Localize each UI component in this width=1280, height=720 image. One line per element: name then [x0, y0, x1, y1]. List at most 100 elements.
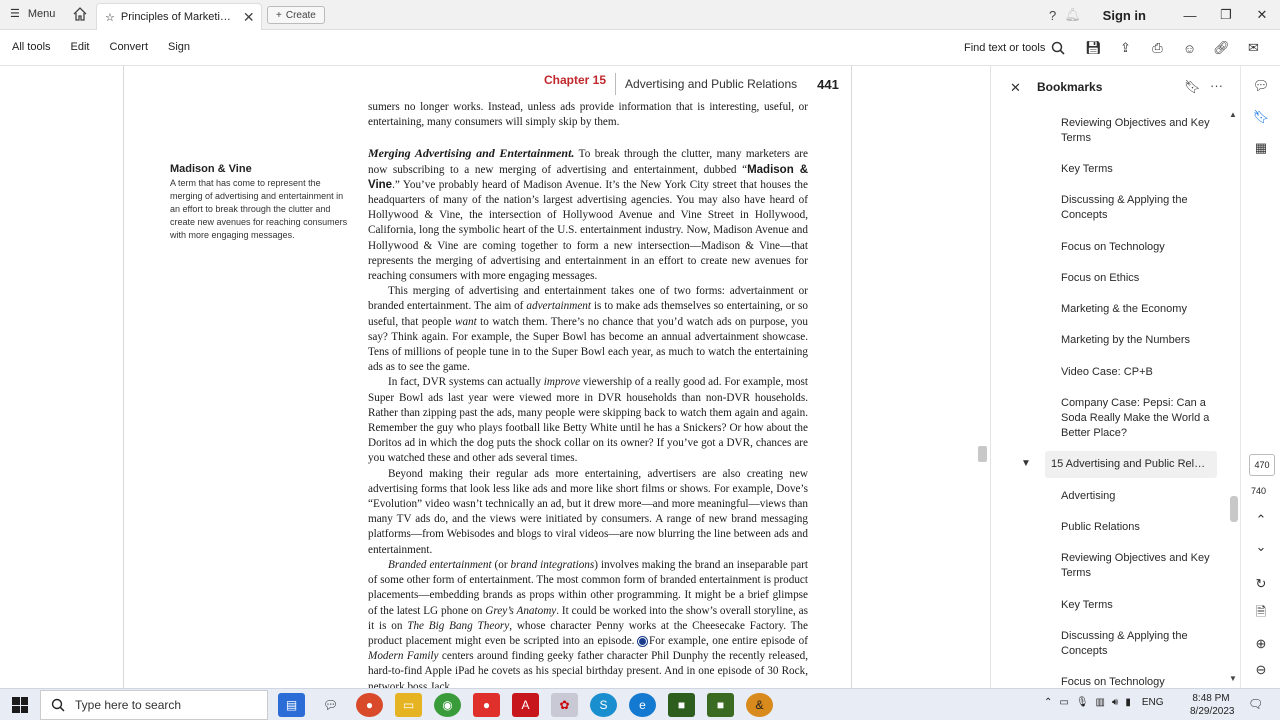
create-button[interactable]: + Create	[267, 6, 325, 24]
bookmarks-scroll-thumb[interactable]	[1230, 496, 1238, 522]
system-clock[interactable]: 8:48 PM 8/29/2023	[1190, 692, 1235, 718]
bookmark-item[interactable]: Focus on Technology	[1061, 675, 1211, 688]
upload-cloud-icon[interactable]: ⇪	[1116, 39, 1135, 57]
chat-app-icon[interactable]: 💬︎	[317, 693, 344, 717]
mail-icon[interactable]: ✉	[1244, 39, 1263, 57]
rotate-icon[interactable]: ↻	[1251, 574, 1271, 594]
bookmark-list: Reviewing Objectives and Key Terms Key T…	[991, 108, 1227, 688]
paragraph: Beyond making their regular ads more ent…	[368, 467, 808, 556]
bookmark-item[interactable]: Discussing & Applying the Concepts	[1061, 193, 1211, 223]
notification-bell-icon[interactable]: 🔔︎	[1063, 7, 1083, 23]
tab-title: Principles of Marketing...	[120, 11, 233, 23]
firefox-app-icon[interactable]: ●	[356, 693, 383, 717]
windows-start-icon[interactable]	[12, 697, 28, 713]
comments-icon[interactable]: 💬︎	[1251, 76, 1271, 96]
acrobat-app-icon[interactable]: A	[512, 693, 539, 717]
star-icon[interactable]: ☆	[105, 11, 115, 24]
toolbar-sign[interactable]: Sign	[168, 41, 190, 53]
toolbar-edit[interactable]: Edit	[71, 41, 90, 53]
toolbar-convert[interactable]: Convert	[110, 41, 149, 53]
bookmark-item[interactable]: Key Terms	[1061, 162, 1211, 177]
zoom-out-icon[interactable]: ⊖	[1251, 660, 1271, 680]
game-app-icon[interactable]: ■	[707, 693, 734, 717]
app-circle-icon[interactable]: &	[746, 693, 773, 717]
total-pages: 740	[1251, 486, 1267, 496]
search-icon	[51, 698, 65, 712]
pdf-page: Chapter 15 Advertising and Public Relati…	[123, 66, 852, 688]
volume-icon[interactable]: 🔊︎	[1112, 697, 1118, 708]
bookmark-item[interactable]: Marketing & the Economy	[1061, 302, 1211, 317]
battery-icon[interactable]: ▮	[1125, 697, 1131, 708]
bookmarks-icon[interactable]: 🔖︎	[1251, 107, 1271, 127]
bookmark-item[interactable]: Marketing by the Numbers	[1061, 333, 1211, 348]
file-explorer-icon[interactable]: ▭	[395, 693, 422, 717]
bookmarks-panel: ✕ Bookmarks 🔖︎ ··· Reviewing Objectives …	[990, 66, 1240, 688]
app-s-icon[interactable]: S	[590, 693, 617, 717]
system-tray: ⌃ ▭ 🎙︎ ▥ 🔊︎ ▮ ENG	[1044, 697, 1164, 708]
close-tab-icon[interactable]: ✕	[243, 9, 255, 26]
device-icon[interactable]: ▭	[1059, 697, 1068, 708]
page-number: 441	[817, 76, 839, 92]
bookmark-item[interactable]: Key Terms	[1061, 598, 1211, 613]
margin-term: Madison & Vine	[170, 163, 252, 175]
sign-in-button[interactable]: Sign in	[1103, 8, 1146, 23]
paint-app-icon[interactable]: ✿	[551, 693, 578, 717]
bookmark-item[interactable]: Reviewing Objectives and Key Terms	[1061, 116, 1211, 146]
thumbnails-grid-icon[interactable]: ▦	[1251, 138, 1271, 158]
minecraft-app-icon[interactable]: ■	[668, 693, 695, 717]
extract-page-icon[interactable]: 🗎	[1251, 604, 1271, 624]
scroll-down-icon[interactable]: ▼	[1229, 674, 1237, 683]
language-indicator[interactable]: ENG	[1142, 697, 1164, 708]
bookmark-item[interactable]: Discussing & Applying the Concepts	[1061, 629, 1211, 659]
widgets-app-icon[interactable]: ▤	[278, 693, 305, 717]
add-bookmark-icon[interactable]: 🔖︎	[1184, 79, 1201, 95]
notifications-icon[interactable]: 🗨︎	[1248, 697, 1263, 711]
bookmark-item[interactable]: Focus on Ethics	[1061, 271, 1211, 286]
home-icon[interactable]	[72, 6, 88, 27]
page-up-icon[interactable]: ⌃	[1251, 510, 1271, 530]
bookmarks-scrollbar[interactable]: ▲ ▼	[1228, 108, 1240, 688]
chevron-down-icon[interactable]: ▼	[1021, 458, 1031, 469]
find-tools-button[interactable]: Find text or tools	[964, 41, 1065, 55]
recorder-app-icon[interactable]: ●	[473, 693, 500, 717]
page-down-icon[interactable]: ⌄	[1251, 537, 1271, 557]
restore-icon[interactable]: ❐	[1208, 7, 1244, 23]
bookmark-item[interactable]: Advertising	[1061, 489, 1211, 504]
network-icon[interactable]: ▥	[1096, 697, 1105, 708]
bookmark-item[interactable]: Public Relations	[1061, 520, 1211, 535]
toolbar-all-tools[interactable]: All tools	[12, 41, 51, 53]
scroll-up-icon[interactable]: ▲	[1229, 110, 1237, 119]
more-options-icon[interactable]: ···	[1210, 78, 1223, 93]
windows-taskbar: Type here to search ▤ 💬︎ ● ▭ ◉ ● A ✿ S e…	[0, 688, 1280, 720]
bookmark-item[interactable]: Video Case: CP+B	[1061, 365, 1211, 380]
microphone-icon[interactable]: 🎙︎	[1076, 697, 1089, 708]
close-panel-icon[interactable]: ✕	[1010, 80, 1021, 96]
paragraph: Merging Advertising and Entertainment. T…	[368, 146, 809, 283]
paragraph: This merging of advertising and entertai…	[368, 285, 808, 374]
document-tab[interactable]: ☆ Principles of Marketing... ✕	[96, 3, 262, 30]
save-icon[interactable]: 💾︎	[1084, 39, 1103, 57]
menu-button[interactable]: ☰ Menu	[10, 7, 55, 21]
taskbar-search[interactable]: Type here to search	[40, 690, 268, 720]
bookmark-item-selected[interactable]: 15 Advertising and Public Relations	[1045, 451, 1217, 478]
chrome-app-icon[interactable]: ◉	[434, 693, 461, 717]
chapter-label: Chapter 15	[544, 73, 617, 95]
edge-app-icon[interactable]: e	[629, 693, 656, 717]
bookmark-item[interactable]: Reviewing Objectives and Key Terms	[1061, 551, 1211, 581]
paragraph: sumers no longer works. Instead, unless …	[368, 101, 808, 129]
paragraph: In fact, DVR systems can actually improv…	[368, 376, 808, 465]
bookmark-item[interactable]: Company Case: Pepsi: Can a Soda Really M…	[1061, 396, 1211, 441]
show-hidden-icons-icon[interactable]: ⌃	[1044, 697, 1052, 708]
search-placeholder: Type here to search	[75, 698, 182, 712]
zoom-in-icon[interactable]: ⊕	[1251, 634, 1271, 654]
minimize-icon[interactable]: —	[1172, 8, 1208, 23]
document-scroll-thumb[interactable]	[978, 446, 987, 462]
close-window-icon[interactable]: ✕	[1244, 7, 1280, 23]
help-icon[interactable]: ?	[1043, 8, 1063, 23]
current-page-field[interactable]: 470	[1249, 454, 1275, 476]
link-icon[interactable]: 🔗︎	[1212, 39, 1231, 57]
share-user-icon[interactable]: ☺	[1180, 39, 1199, 57]
bookmark-item[interactable]: Focus on Technology	[1061, 240, 1211, 255]
print-icon[interactable]: ⎙	[1148, 39, 1167, 57]
document-scrollbar[interactable]	[976, 66, 990, 688]
